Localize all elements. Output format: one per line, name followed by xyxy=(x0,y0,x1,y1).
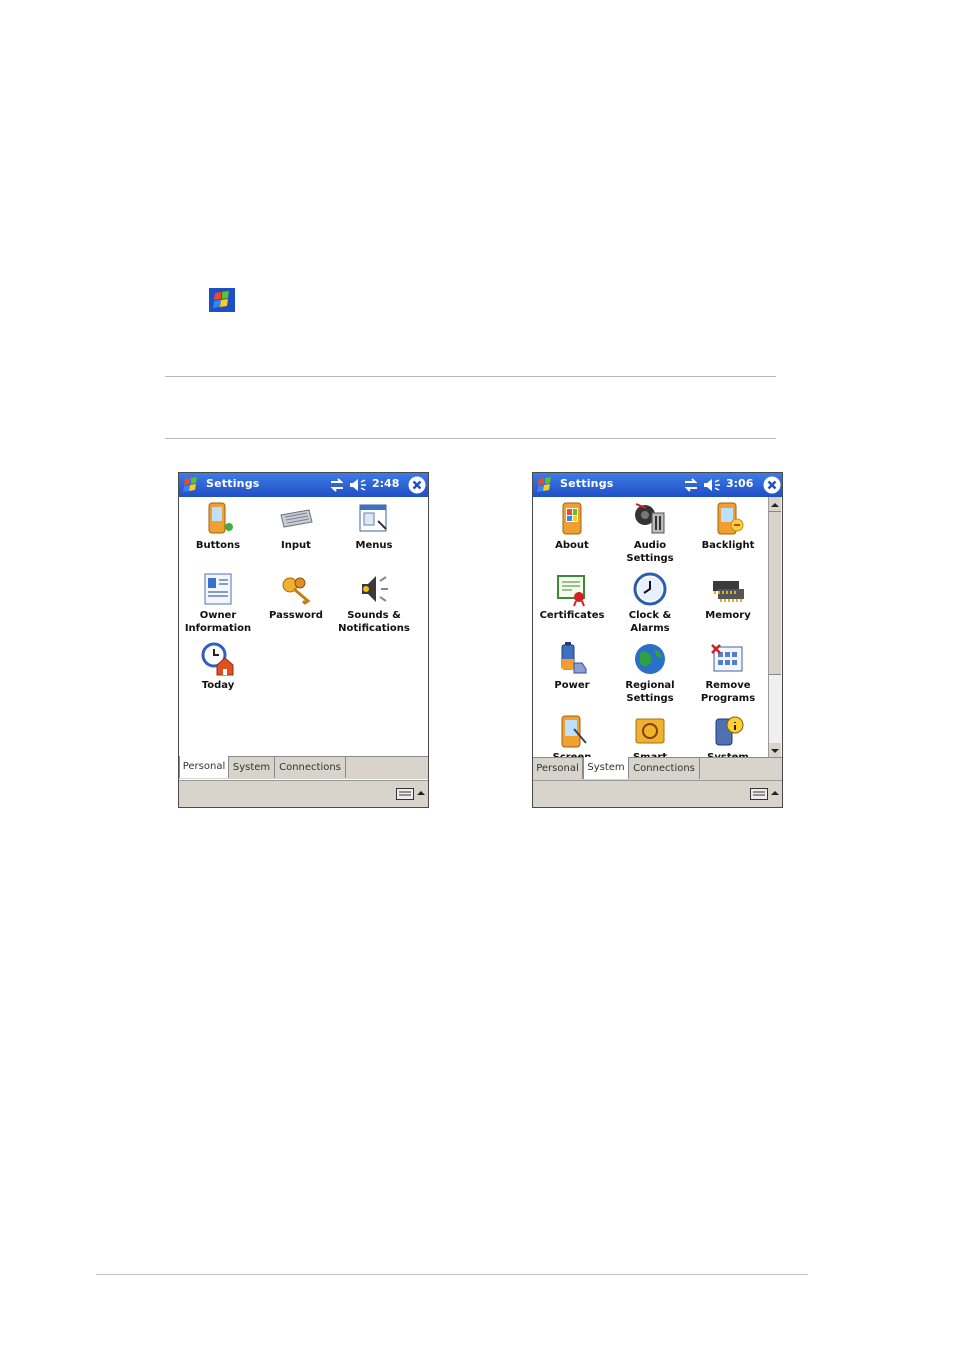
footer-divider xyxy=(96,1274,808,1275)
vertical-scrollbar[interactable] xyxy=(768,497,782,757)
connectivity-arrows-icon[interactable] xyxy=(683,478,699,492)
menu-bar xyxy=(179,780,428,807)
menu-bar xyxy=(533,780,782,807)
title-bar: Settings 3:06 xyxy=(533,473,782,497)
settings-item-menus[interactable]: Menus xyxy=(335,501,413,552)
start-menu-icon[interactable] xyxy=(181,475,201,495)
start-menu-icon[interactable] xyxy=(535,475,555,495)
clock-time[interactable]: 2:48 xyxy=(372,477,399,490)
input-selector-arrow-icon[interactable] xyxy=(771,789,779,797)
close-icon[interactable] xyxy=(407,475,427,495)
settings-screen-system: Settings 3:06 About Audio Settings Backl… xyxy=(532,472,783,808)
scroll-down-button[interactable] xyxy=(769,743,781,757)
title-bar: Settings 2:48 xyxy=(179,473,428,497)
certificates-icon xyxy=(557,575,585,607)
owner-information-icon xyxy=(204,573,232,605)
tab-personal[interactable]: Personal xyxy=(533,758,583,779)
settings-item-audio-settings[interactable]: Audio Settings xyxy=(611,501,689,565)
scroll-thumb[interactable] xyxy=(769,511,781,675)
password-keys-icon xyxy=(282,577,311,605)
volume-speaker-icon[interactable] xyxy=(349,478,367,492)
settings-item-password[interactable]: Password xyxy=(257,571,335,622)
settings-item-today[interactable]: Today xyxy=(179,641,257,692)
volume-speaker-icon[interactable] xyxy=(703,478,721,492)
input-selector-arrow-icon[interactable] xyxy=(417,789,425,797)
scroll-up-arrow-icon xyxy=(771,503,779,507)
tab-bar: Personal System Connections xyxy=(179,756,428,779)
tab-system[interactable]: System xyxy=(229,757,275,778)
input-keyboard-icon xyxy=(280,509,313,528)
tab-connections[interactable]: Connections xyxy=(629,758,700,779)
tab-connections[interactable]: Connections xyxy=(275,757,346,778)
today-clock-home-icon xyxy=(201,642,234,676)
tab-bar: Personal System Connections xyxy=(533,757,782,780)
settings-item-power[interactable]: Power xyxy=(533,641,611,692)
memory-icon xyxy=(713,581,744,602)
power-battery-icon xyxy=(561,642,587,674)
scroll-up-button[interactable] xyxy=(769,497,781,511)
system-info-icon xyxy=(715,716,744,746)
audio-settings-icon xyxy=(635,503,665,534)
remove-programs-icon xyxy=(711,644,743,672)
bottom-divider xyxy=(165,438,776,439)
keyboard-icon[interactable] xyxy=(396,788,414,800)
smart-icon xyxy=(635,718,665,744)
settings-item-sounds-notifications[interactable]: Sounds & Notifications xyxy=(335,571,413,635)
backlight-icon xyxy=(717,502,744,535)
connectivity-arrows-icon[interactable] xyxy=(329,478,345,492)
windows-start-icon xyxy=(209,288,235,312)
menus-icon xyxy=(359,504,387,532)
about-icon xyxy=(562,502,582,535)
settings-item-backlight[interactable]: Backlight xyxy=(689,501,767,552)
settings-item-about[interactable]: About xyxy=(533,501,611,552)
tab-personal[interactable]: Personal xyxy=(179,756,229,778)
buttons-icon xyxy=(208,502,233,534)
settings-item-certificates[interactable]: Certificates xyxy=(533,571,611,622)
keyboard-icon[interactable] xyxy=(750,788,768,800)
tab-system[interactable]: System xyxy=(583,757,629,779)
close-icon[interactable] xyxy=(762,475,782,495)
clock-icon xyxy=(633,572,667,606)
sounds-speaker-icon xyxy=(362,576,388,602)
settings-item-remove-programs[interactable]: Remove Programs xyxy=(689,641,767,705)
window-title: Settings xyxy=(206,477,260,490)
settings-item-clock-alarms[interactable]: Clock & Alarms xyxy=(611,571,689,635)
scroll-down-arrow-icon xyxy=(771,749,779,753)
globe-icon xyxy=(635,644,665,674)
settings-item-input[interactable]: Input xyxy=(257,501,335,552)
settings-item-owner-information[interactable]: Owner Information xyxy=(179,571,257,635)
settings-item-memory[interactable]: Memory xyxy=(689,571,767,622)
screen-icon xyxy=(561,715,587,748)
settings-screen-personal: Settings 2:48 Buttons Input Menus Owner … xyxy=(178,472,429,808)
clock-time[interactable]: 3:06 xyxy=(726,477,753,490)
settings-item-regional-settings[interactable]: Regional Settings xyxy=(611,641,689,705)
top-divider xyxy=(165,376,776,377)
window-title: Settings xyxy=(560,477,614,490)
settings-item-buttons[interactable]: Buttons xyxy=(179,501,257,552)
